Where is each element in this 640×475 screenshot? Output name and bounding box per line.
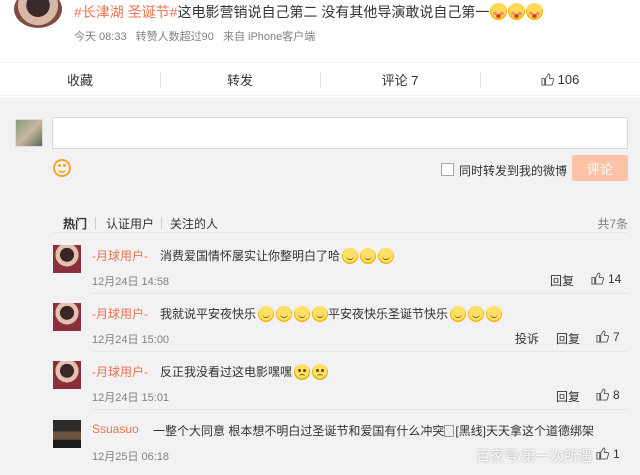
thumbs-up-icon	[596, 330, 609, 343]
commenter-avatar[interactable]	[53, 361, 81, 389]
blush-emoji-icon	[490, 3, 508, 20]
smile-emoji-icon	[378, 248, 395, 264]
post-content: #长津湖 圣诞节#这电影营销说自己第二 没有其他导演敢说自己第一	[74, 2, 544, 22]
smile-emoji-icon	[468, 306, 485, 322]
sad-emoji-icon	[312, 364, 329, 380]
post-likes-note: 转赞人数超过90	[135, 31, 214, 43]
like-count: 8	[613, 388, 620, 402]
author-avatar[interactable]	[14, 0, 62, 28]
smile-emoji-icon	[276, 306, 293, 322]
comment-label: 评论 7	[381, 72, 419, 88]
smile-emoji-icon	[450, 306, 467, 322]
thumbs-up-icon	[596, 388, 609, 401]
comment-button[interactable]: 评论 7	[320, 63, 480, 95]
sad-emoji-icon	[294, 364, 311, 380]
comment-item: -月球用户- 反正我没看过这电影嘿嘿 12月24日 15:01 回复 8	[52, 361, 628, 411]
commenter-name[interactable]: -月球用户-	[92, 247, 148, 264]
smile-emoji-icon	[486, 306, 503, 322]
thumbs-up-icon	[596, 447, 609, 460]
favorite-button[interactable]: 收藏	[0, 63, 160, 95]
broken-image-icon	[444, 425, 455, 437]
topic-link[interactable]: #长津湖	[74, 4, 124, 20]
comment-total: 共7条	[597, 217, 628, 231]
comment-text: 反正我没看过这电影嘿嘿	[160, 363, 329, 380]
comment-divider	[92, 293, 628, 294]
comment-like-button[interactable]: 7	[596, 330, 620, 344]
comment-time: 12月25日 06:18	[92, 451, 170, 463]
blush-emoji-icon	[508, 3, 526, 20]
topic-link[interactable]: 圣诞节#	[128, 4, 178, 20]
tab-hot[interactable]: 热门	[63, 215, 87, 232]
like-button[interactable]: 106	[480, 63, 640, 95]
blush-emoji-icon	[526, 3, 544, 20]
like-count: 7	[613, 330, 620, 344]
post-body: 这电影营销说自己第二 没有其他导演敢说自己第一	[177, 4, 490, 20]
comment-panel: 同时转发到我的微博 评论 热门 认证用户 关注的人 共7条 -月球用户- 消费爱…	[0, 97, 640, 475]
my-avatar	[15, 119, 43, 147]
thumbs-up-icon	[591, 272, 604, 285]
comment-divider	[92, 351, 628, 352]
comment-text-body: 我就说平安夜快乐	[160, 307, 257, 321]
tab-following[interactable]: 关注的人	[170, 215, 218, 232]
smile-emoji-icon	[312, 306, 329, 322]
tab-divider	[95, 217, 96, 229]
comment-text: 消费爱国情怀屡实让你整明白了哈	[160, 247, 395, 264]
like-count: 1	[613, 447, 620, 461]
comment-text: 我就说平安夜快乐 平安夜快乐圣诞节快乐	[160, 305, 503, 322]
comment-like-button[interactable]: 8	[596, 388, 620, 402]
smile-emoji-icon	[360, 248, 377, 264]
commenter-name[interactable]: -月球用户-	[92, 305, 148, 322]
report-button[interactable]: 投诉	[515, 330, 539, 347]
comment-text-body: 消费爱国情怀屡实让你整明白了哈	[160, 249, 341, 263]
commenter-avatar[interactable]	[53, 303, 81, 331]
forward-label: 转发	[226, 72, 253, 88]
post-header: #长津湖 圣诞节#这电影营销说自己第二 没有其他导演敢说自己第一 今天 08:3…	[0, 0, 640, 62]
comment-time: 12月24日 15:01	[92, 392, 170, 404]
comment-text-body: 平安夜快乐圣诞节快乐	[328, 307, 449, 321]
thumbs-up-icon	[541, 72, 554, 86]
submit-comment-button[interactable]: 评论	[572, 155, 628, 181]
reply-button[interactable]: 回复	[550, 272, 574, 289]
favorite-label: 收藏	[66, 72, 93, 88]
emoji-alt-text: [黑线]	[455, 424, 487, 438]
comment-like-button[interactable]: 14	[591, 272, 621, 286]
comment-divider	[92, 409, 628, 410]
smile-emoji-icon	[294, 306, 311, 322]
comment-time: 12月24日 15:00	[92, 334, 170, 346]
watermark: 百家号/第一次所遇	[476, 448, 592, 464]
comment-text: 一整个大同意 根本想不明白过圣诞节和爱国有什么冲突 [黑线]天天拿这个道德绑架	[153, 422, 594, 439]
commenter-avatar[interactable]	[53, 245, 81, 273]
commenter-avatar[interactable]	[53, 420, 81, 448]
reply-button[interactable]: 回复	[556, 330, 580, 347]
commenter-name[interactable]: Ssuasuo	[92, 422, 139, 436]
tab-divider	[161, 217, 162, 229]
comment-input[interactable]	[52, 117, 628, 149]
commenter-name[interactable]: -月球用户-	[92, 363, 148, 380]
forward-button[interactable]: 转发	[160, 63, 320, 95]
comment-text-body: 一整个大同意 根本想不明白过圣诞节和爱国有什么冲突	[153, 424, 445, 438]
like-count: 14	[608, 272, 622, 286]
tab-verified[interactable]: 认证用户	[106, 215, 154, 232]
comment-text-body: 天天拿这个道德绑架	[486, 424, 595, 438]
comment-item: -月球用户- 消费爱国情怀屡实让你整明白了哈 12月24日 14:58 回复 1…	[52, 245, 628, 295]
post-meta: 今天 08:33 转赞人数超过90 来自 iPhone客户端	[74, 28, 321, 44]
reply-button[interactable]: 回复	[556, 388, 580, 405]
post-time[interactable]: 今天 08:33	[74, 31, 127, 43]
comment-text-body: 反正我没看过这电影嘿嘿	[160, 365, 293, 379]
forward-checkbox[interactable]	[441, 163, 454, 176]
comment-time: 12月24日 14:58	[92, 276, 170, 288]
emoji-picker-icon[interactable]	[53, 159, 71, 177]
comment-tabs: 热门 认证用户 关注的人 共7条	[52, 211, 628, 233]
like-count: 106	[557, 71, 580, 87]
action-bar: 收藏 转发 评论 7 106	[0, 62, 640, 96]
post-source: 来自 iPhone客户端	[222, 31, 316, 43]
smile-emoji-icon	[342, 248, 359, 264]
comment-like-button[interactable]: 1	[596, 447, 620, 461]
forward-checkbox-label[interactable]: 同时转发到我的微博	[459, 162, 567, 179]
smile-emoji-icon	[258, 306, 275, 322]
comment-item: -月球用户- 我就说平安夜快乐 平安夜快乐圣诞节快乐 12月24日 15:00 投…	[52, 303, 628, 353]
